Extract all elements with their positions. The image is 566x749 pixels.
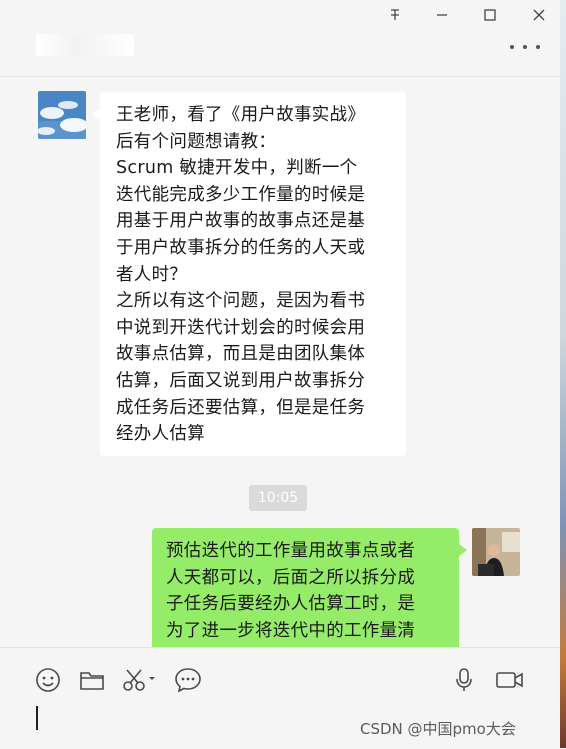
more-icon[interactable] [510, 40, 540, 54]
message-line: 经办人估算 [116, 424, 205, 445]
emoji-icon[interactable] [34, 666, 62, 694]
message-line: 成任务后还要估算，但是是任务 [116, 397, 366, 418]
message-line: 王老师，看了《用户故事实战》 [116, 105, 366, 125]
desktop-background-strip [560, 0, 566, 748]
scissors-icon[interactable] [120, 666, 160, 694]
message-line: 中说到开迭代计划会的时候会用 [116, 317, 366, 338]
folder-icon[interactable] [78, 666, 106, 694]
message-line: 故事点估算，而且是由团队集体 [116, 344, 366, 365]
message-line: 者人时？ [116, 264, 188, 285]
pin-icon[interactable] [382, 4, 408, 26]
message-input-area[interactable]: CSDN @中国pmo大会 [0, 647, 560, 749]
minimize-icon[interactable] [429, 4, 455, 26]
video-call-icon[interactable] [494, 666, 526, 694]
text-cursor [36, 706, 38, 730]
watermark: CSDN @中国pmo大会 [360, 720, 516, 738]
message-line: Scrum 敏捷开发中，判断一个 [116, 158, 358, 179]
close-icon[interactable] [526, 4, 552, 26]
contact-avatar[interactable] [38, 91, 86, 139]
message-line: 子任务后要经办人估算工时，是 [166, 594, 416, 615]
message-line: 估算，后面又说到用户故事拆分 [116, 370, 366, 391]
message-line: 人天都可以，后面之所以拆分成 [166, 567, 416, 588]
message-line: 于用户故事拆分的任务的人天或 [116, 237, 366, 258]
sent-message-bubble[interactable]: 预估迭代的工作量用故事点或者 人天都可以，后面之所以拆分成 子任务后要经办人估算… [152, 528, 467, 647]
user-avatar[interactable] [472, 528, 520, 576]
message-line: 预估迭代的工作量用故事点或者 [166, 541, 416, 561]
message-line: 后有个问题想请教： [116, 131, 277, 152]
message-line: 之所以有这个问题，是因为看书 [116, 291, 366, 312]
message-timestamp: 10:05 [249, 485, 307, 511]
contact-name [36, 34, 134, 56]
chat-window: 王老师，看了《用户故事实战》 后有个问题想请教： Scrum 敏捷开发中，判断一… [0, 0, 560, 749]
received-message-bubble[interactable]: 王老师，看了《用户故事实战》 后有个问题想请教： Scrum 敏捷开发中，判断一… [92, 92, 406, 456]
title-bar [0, 0, 560, 77]
message-line: 用基于用户故事的故事点还是基 [116, 211, 366, 232]
message-line: 迭代能完成多少工作量的时候是 [116, 184, 366, 205]
message-line: 为了进一步将迭代中的工作量清 [166, 620, 416, 641]
chat-history-icon[interactable] [174, 666, 202, 694]
maximize-icon[interactable] [477, 4, 503, 26]
message-list[interactable]: 王老师，看了《用户故事实战》 后有个问题想请教： Scrum 敏捷开发中，判断一… [0, 77, 560, 647]
microphone-icon[interactable] [452, 666, 476, 694]
